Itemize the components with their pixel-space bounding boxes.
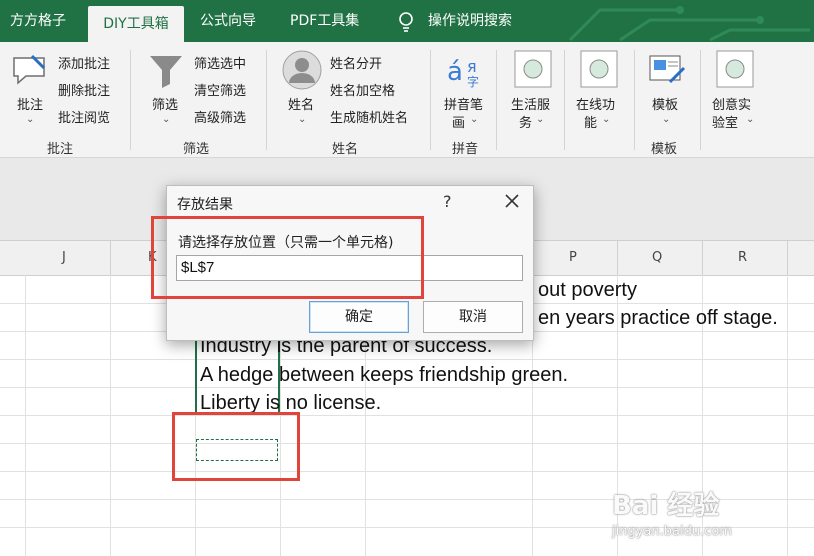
column-divider	[702, 241, 703, 275]
online-function-icon	[580, 50, 618, 88]
group-label-name: 姓名	[332, 142, 359, 157]
grid-line	[0, 471, 814, 472]
help-button[interactable]: ?	[443, 192, 452, 211]
column-header-j[interactable]: J	[62, 250, 66, 265]
creative-lab-button[interactable]: 创意实	[712, 94, 751, 113]
highlight-target-cell	[172, 412, 300, 481]
advanced-filter-button[interactable]: 高级筛选	[194, 107, 246, 126]
svg-text:я: я	[467, 57, 477, 76]
watermark-url: jingyan.baidu.com	[612, 524, 732, 539]
name-button[interactable]: 姓名	[288, 94, 314, 113]
grid-line	[0, 443, 814, 444]
group-divider	[266, 50, 267, 150]
cell-text: A hedge between keeps friendship green.	[200, 364, 569, 386]
clear-filter-button[interactable]: 清空筛选	[194, 80, 246, 99]
group-label-annotation: 批注	[47, 142, 74, 157]
pinyin-button-line2: 画	[452, 116, 466, 131]
grid-line	[0, 359, 814, 360]
column-divider	[110, 241, 111, 275]
group-divider	[430, 50, 431, 150]
chevron-down-icon: ⌄	[746, 114, 755, 125]
tab-search-help[interactable]: 操作说明搜索	[428, 0, 512, 42]
online-function-button[interactable]: 在线功	[576, 94, 615, 113]
life-service-button-line2: 务	[519, 116, 533, 131]
circuit-decoration-icon	[568, 6, 810, 42]
split-name-button[interactable]: 姓名分开	[330, 53, 382, 72]
pinyin-button[interactable]: 拼音笔	[444, 94, 483, 113]
random-name-button[interactable]: 生成随机姓名	[330, 107, 408, 126]
add-annotation-button[interactable]: 添加批注	[58, 53, 110, 72]
column-divider	[617, 241, 618, 275]
lightbulb-icon	[396, 11, 416, 33]
cancel-button[interactable]: 取消	[423, 301, 523, 333]
template-icon	[648, 52, 686, 88]
column-header-q[interactable]: Q	[652, 250, 662, 265]
chevron-down-icon: ⌄	[470, 114, 479, 125]
pinyin-icon: áя字	[447, 54, 487, 89]
life-service-button[interactable]: 生活服	[511, 94, 550, 113]
funnel-icon	[148, 52, 184, 90]
dialog-title: 存放结果	[177, 197, 233, 213]
close-button[interactable]	[497, 188, 527, 214]
chevron-down-icon: ⌄	[602, 114, 611, 125]
group-divider	[130, 50, 131, 150]
tab-formula-wizard[interactable]: 公式向导	[200, 0, 256, 42]
watermark: Bai 经验 jingyan.baidu.com	[612, 485, 732, 539]
read-annotation-button[interactable]: 批注阅览	[58, 107, 110, 126]
template-button[interactable]: 模板	[652, 94, 678, 113]
group-divider	[700, 50, 701, 150]
cell-text: out poverty	[538, 279, 637, 301]
svg-text:á: á	[447, 57, 463, 87]
column-divider	[787, 241, 788, 275]
online-function-button-line2: 能	[584, 116, 598, 131]
comment-icon	[10, 52, 50, 88]
annotation-button[interactable]: 批注	[17, 94, 43, 113]
group-divider	[634, 50, 635, 150]
ribbon-tab-bar: 方方格子 DIY工具箱 公式向导 PDF工具集 操作说明搜索	[0, 0, 814, 42]
group-divider	[496, 50, 497, 150]
grid-line	[0, 387, 814, 388]
delete-annotation-button[interactable]: 删除批注	[58, 80, 110, 99]
group-label-pinyin: 拼音	[452, 142, 479, 157]
filter-selected-button[interactable]: 筛选选中	[194, 53, 246, 72]
chevron-down-icon: ⌄	[26, 114, 35, 125]
tab-fangfang[interactable]: 方方格子	[10, 0, 66, 42]
person-avatar-icon	[282, 50, 322, 90]
add-space-name-button[interactable]: 姓名加空格	[330, 80, 395, 99]
column-header-p[interactable]: P	[569, 250, 577, 265]
tab-diy-toolbox[interactable]: DIY工具箱	[88, 6, 184, 42]
close-icon	[497, 194, 527, 218]
grid-line	[0, 415, 814, 416]
ok-button[interactable]: 确定	[309, 301, 409, 333]
group-label-filter: 筛选	[183, 142, 210, 157]
filter-button[interactable]: 筛选	[152, 94, 178, 113]
chevron-down-icon: ⌄	[662, 114, 671, 125]
chevron-down-icon: ⌄	[298, 114, 307, 125]
creative-lab-icon	[716, 50, 754, 88]
life-service-icon	[514, 50, 552, 88]
watermark-brand: Bai 经验	[612, 491, 720, 521]
column-header-r[interactable]: R	[738, 250, 747, 265]
group-divider	[564, 50, 565, 150]
svg-text:字: 字	[467, 74, 479, 88]
chevron-down-icon: ⌄	[536, 114, 545, 125]
ribbon: 批注 ⌄ 添加批注 删除批注 批注阅览 批注 筛选 ⌄ 筛选选中 清空筛选 高级…	[0, 42, 814, 158]
chevron-down-icon: ⌄	[162, 114, 171, 125]
tab-pdf-tools[interactable]: PDF工具集	[290, 0, 359, 42]
cell-text: en years practice off stage.	[538, 307, 778, 329]
group-label-template: 模板	[651, 142, 678, 157]
highlight-dialog-input	[151, 216, 424, 299]
creative-lab-button-line2: 验室	[712, 116, 739, 131]
